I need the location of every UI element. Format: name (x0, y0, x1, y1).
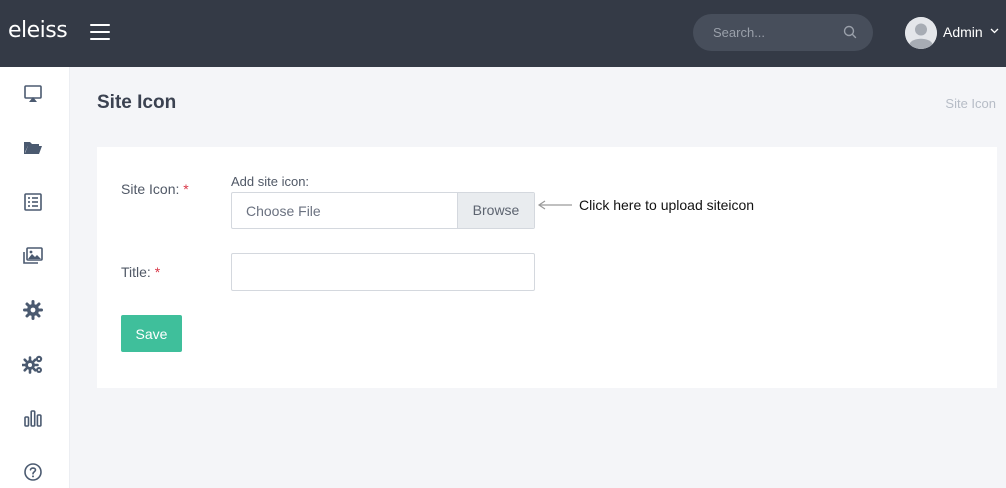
gears-icon[interactable] (22, 353, 44, 375)
save-button[interactable]: Save (121, 315, 182, 352)
user-silhouette-icon (905, 17, 937, 49)
upload-hint: Click here to upload siteicon (579, 197, 755, 213)
bar-chart-icon[interactable] (22, 407, 44, 429)
add-site-icon-label: Add site icon: (231, 174, 310, 189)
app-logo[interactable]: eleiss (8, 18, 68, 43)
arrow-left-icon (537, 200, 572, 210)
required-marker: * (154, 264, 161, 280)
browse-button[interactable]: Browse (457, 193, 534, 228)
site-icon-label: Site Icon: * (121, 181, 189, 197)
gear-icon[interactable] (22, 299, 44, 321)
file-upload-input[interactable]: Choose File Browse (231, 192, 535, 229)
menu-toggle-icon[interactable] (90, 24, 110, 40)
top-navbar: eleiss Admin (0, 0, 1006, 67)
presentation-icon[interactable] (22, 83, 44, 105)
sidebar (0, 67, 70, 488)
page-title: Site Icon (97, 92, 177, 113)
site-icon-form-card: Site Icon: * Add site icon: Choose File … (97, 147, 997, 388)
help-circle-icon[interactable] (22, 461, 44, 483)
breadcrumb[interactable]: Site Icon (945, 96, 996, 111)
search-icon[interactable] (843, 25, 857, 39)
list-check-icon[interactable] (22, 191, 44, 213)
required-marker: * (183, 181, 189, 197)
chevron-down-icon[interactable] (990, 28, 999, 34)
title-input[interactable] (231, 253, 535, 291)
search-input[interactable] (693, 14, 843, 51)
folder-open-icon[interactable] (22, 137, 44, 159)
user-name[interactable]: Admin (943, 24, 983, 40)
title-label: Title: * (121, 264, 161, 280)
user-avatar[interactable] (905, 17, 937, 49)
images-icon[interactable] (22, 245, 44, 267)
file-placeholder: Choose File (246, 203, 321, 219)
